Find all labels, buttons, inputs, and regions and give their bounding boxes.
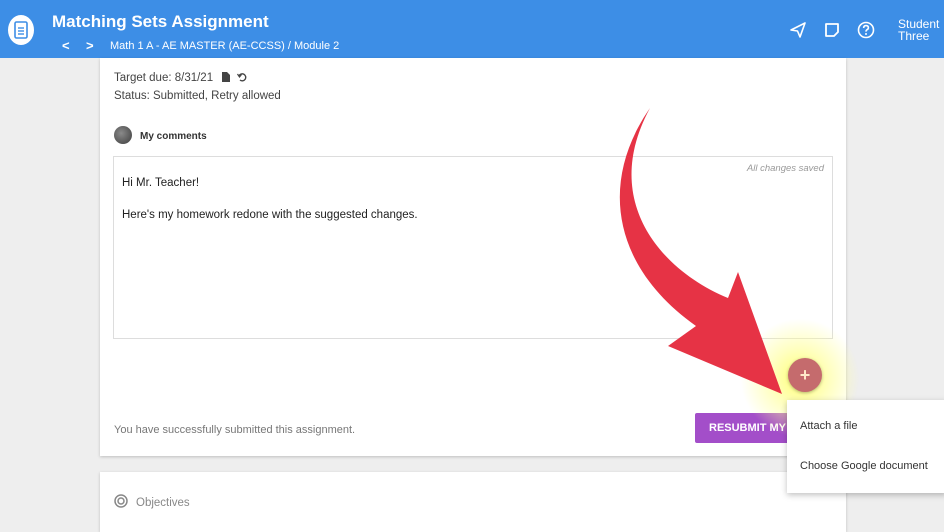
add-attachment-button[interactable]: + [788, 358, 822, 392]
menu-item-google-document[interactable]: Choose Google document [800, 460, 928, 472]
attach-menu: Attach a file Choose Google document [787, 400, 944, 493]
menu-item-attach-file[interactable]: Attach a file [800, 420, 857, 432]
